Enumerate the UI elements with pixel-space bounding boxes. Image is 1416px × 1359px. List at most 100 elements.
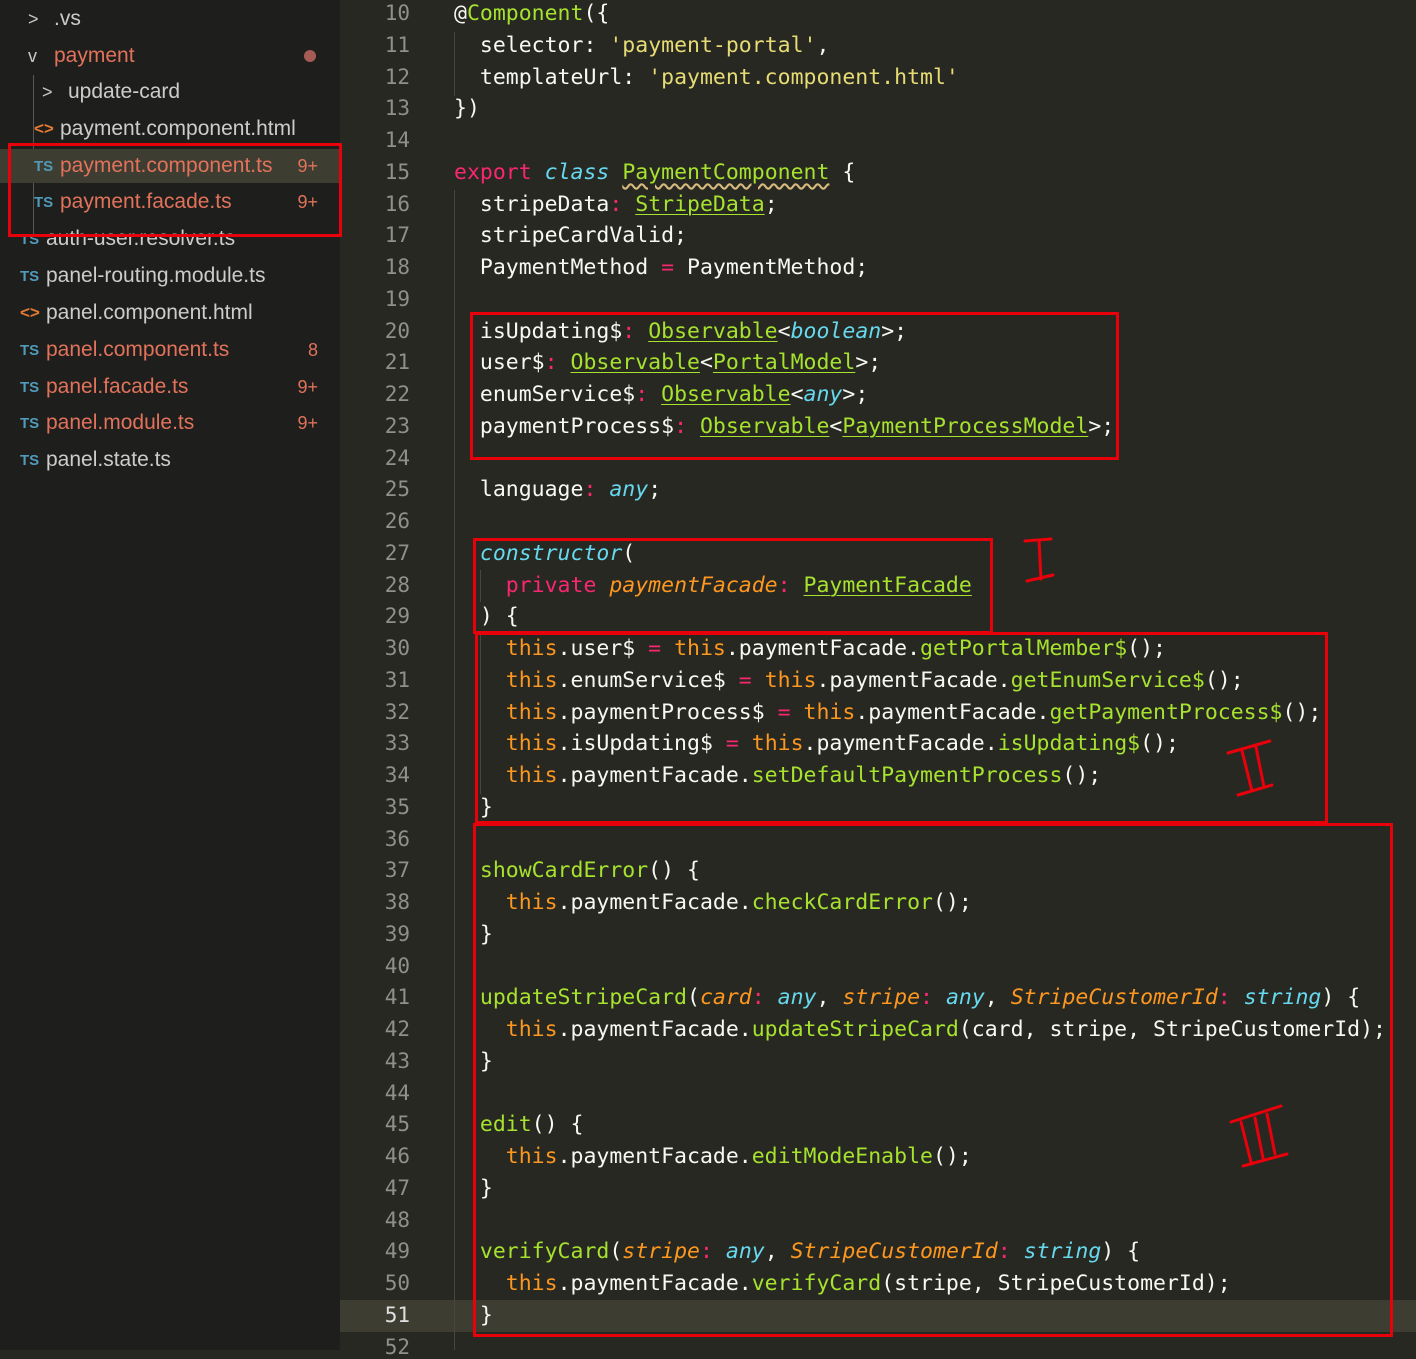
code-token: ({ [583,1,610,26]
code-line[interactable]: PaymentMethod = PaymentMethod; [454,255,868,280]
explorer-item-label: .vs [54,7,81,30]
annotation-box-methods [473,823,1393,1337]
code-token: class [544,159,610,185]
code-line[interactable]: stripeCardValid; [454,223,687,248]
chevron-right-icon: > [42,81,53,102]
code-token: stripeData [454,191,610,217]
line-number: 10 [384,1,410,25]
code-token: PaymentMethod; [674,255,869,280]
line-number: 12 [384,64,410,89]
explorer-item-label: update-card [68,80,181,103]
annotation-box-constructor-body [475,632,1328,824]
ts-file-icon: TS [20,341,40,359]
chevron-right-icon: > [28,8,39,29]
code-token: Component [466,1,584,26]
line-number: 35 [384,794,410,819]
code-token: StripeData [635,191,765,217]
annotation-label-1 [1023,537,1055,583]
line-number: 31 [384,667,410,692]
line-number: 28 [384,572,410,597]
ts-file-icon: TS [20,378,40,396]
modified-dot-icon [304,50,316,62]
explorer-item[interactable]: <> payment.component.html [0,112,340,146]
code-line[interactable]: language: any; [454,477,661,502]
ts-file-icon: TS [20,414,40,432]
annotation-box-constructor [473,538,993,634]
code-token: export [454,159,532,185]
code-token: any [609,477,649,503]
line-number: 38 [384,890,410,914]
explorer-item-label: payment [54,44,135,67]
explorer-item[interactable]: > .vs [0,2,340,36]
code-token: = [661,255,675,280]
line-number: 27 [384,540,410,565]
line-number: 48 [384,1207,410,1232]
line-number: 26 [384,509,410,533]
line-number: 42 [384,1017,410,1041]
problems-badge: 9+ [297,376,318,397]
code-token: selector [454,32,584,58]
explorer-item-label: panel.state.ts [46,448,171,471]
code-line[interactable]: templateUrl: 'payment.component.html' [454,65,959,90]
explorer-item[interactable]: TS panel.module.ts 9+ [0,406,340,440]
explorer-item-label: panel.facade.ts [46,375,189,398]
annotation-box-files [8,143,342,237]
chevron-down-icon: v [28,45,37,66]
line-number: 18 [384,255,410,279]
explorer-item-label: payment.component.html [60,117,296,140]
explorer-item[interactable]: TS panel.facade.ts 9+ [0,370,340,404]
explorer-item[interactable]: TS panel.component.ts 8 [0,333,340,367]
code-token: }) [454,96,480,122]
code-line[interactable]: @Component({ [454,1,609,26]
line-number: 13 [384,96,410,121]
code-token: , [816,32,830,58]
line-number: 15 [384,159,410,184]
line-number: 16 [384,191,410,216]
explorer-item[interactable]: > update-card [0,75,340,109]
line-number: 49 [384,1239,410,1264]
code-token: : [583,477,597,503]
line-number: 20 [384,318,410,343]
explorer-item-label: panel.component.html [46,301,253,324]
line-number: 37 [384,858,410,883]
line-number: 23 [384,413,410,438]
line-number: 33 [384,731,410,756]
line-number: 52 [384,1334,410,1359]
line-number: 29 [384,604,410,629]
explorer-item-label: panel-routing.module.ts [46,264,266,287]
problems-badge: 9+ [297,412,318,433]
line-number: 43 [384,1048,410,1073]
code-token: templateUrl [454,64,623,90]
problems-badge: 8 [307,339,318,360]
explorer-item[interactable]: TS panel.state.ts [0,443,340,477]
explorer-item[interactable]: TS panel-routing.module.ts [0,259,340,293]
annotation-label-3 [1229,1104,1289,1168]
code-token: language [454,477,584,503]
line-number: 30 [384,636,410,660]
code-line[interactable]: }) [454,96,480,121]
code-line[interactable]: selector: 'payment-portal', [454,32,830,58]
explorer-item[interactable]: <> panel.component.html [0,296,340,330]
html-file-icon: <> [20,303,40,322]
code-token: 'payment-portal' [609,32,817,58]
annotation-box-observables [470,312,1119,460]
code-line[interactable]: export class PaymentComponent { [454,160,855,185]
code-token: { [829,159,856,185]
line-number: 32 [384,699,410,724]
line-number: 11 [384,32,410,57]
line-number: 25 [384,477,410,502]
line-number: 36 [384,826,410,851]
code-token: @ [454,1,467,26]
code-token: ; [764,191,778,217]
code-token: : [622,64,636,90]
code-line[interactable]: stripeData: StripeData; [454,192,778,217]
code-token: 'payment.component.html' [648,64,959,90]
line-number: 50 [384,1271,410,1295]
explorer-item[interactable]: v payment [0,39,340,73]
line-number: 51 [384,1302,410,1327]
